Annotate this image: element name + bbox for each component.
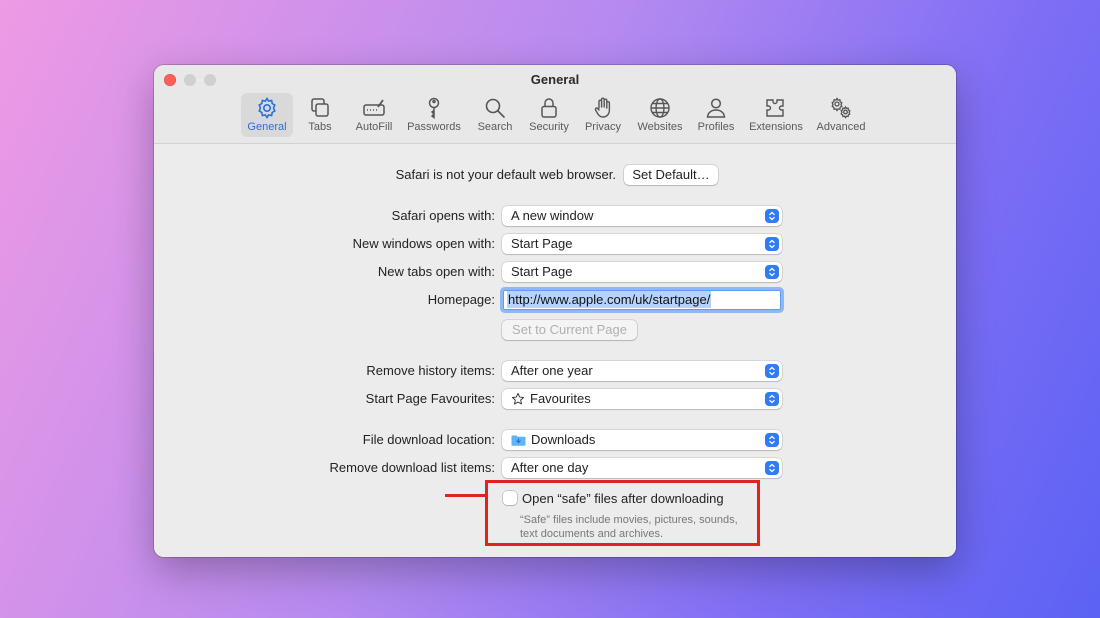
set-to-current-page-button[interactable]: Set to Current Page bbox=[502, 320, 637, 340]
popup-value: After one year bbox=[511, 363, 593, 378]
autofill-icon bbox=[363, 99, 385, 116]
homepage-field[interactable]: http://www.apple.com/uk/startpage/ bbox=[503, 290, 781, 310]
remove-history-label: Remove history items: bbox=[366, 363, 495, 378]
key-icon bbox=[428, 97, 440, 119]
tab-autofill[interactable]: AutoFill bbox=[352, 93, 396, 137]
tab-label: Privacy bbox=[584, 121, 622, 133]
chevron-updown-icon bbox=[765, 364, 779, 378]
new-tabs-popup[interactable]: Start Page bbox=[502, 262, 782, 282]
popup-value: Start Page bbox=[511, 236, 573, 251]
popup-value: Favourites bbox=[530, 391, 591, 406]
tab-label: Advanced bbox=[816, 121, 866, 133]
tab-security[interactable]: Security bbox=[525, 93, 573, 137]
hand-icon bbox=[594, 97, 611, 118]
window-title: General bbox=[530, 72, 580, 87]
homepage-value: http://www.apple.com/uk/startpage/ bbox=[507, 291, 712, 308]
favourites-popup[interactable]: Favourites bbox=[502, 389, 782, 409]
chevron-updown-icon bbox=[765, 433, 779, 447]
safari-opens-with-popup[interactable]: A new window bbox=[502, 206, 782, 226]
popup-value: A new window bbox=[511, 208, 594, 223]
tab-tabs[interactable]: Tabs bbox=[300, 93, 340, 137]
lock-icon bbox=[541, 98, 557, 118]
homepage-label: Homepage: bbox=[427, 292, 495, 307]
chevron-updown-icon bbox=[765, 237, 779, 251]
tab-advanced[interactable]: Advanced bbox=[813, 93, 869, 137]
remove-downloads-label: Remove download list items: bbox=[329, 460, 495, 475]
star-icon bbox=[511, 392, 525, 405]
tab-passwords[interactable]: Passwords bbox=[404, 93, 464, 137]
tab-label: Websites bbox=[637, 121, 683, 133]
person-icon bbox=[706, 98, 726, 118]
new-windows-popup[interactable]: Start Page bbox=[502, 234, 782, 254]
default-browser-text: Safari is not your default web browser. bbox=[395, 167, 616, 182]
tab-label: Security bbox=[529, 121, 569, 133]
search-icon bbox=[485, 98, 505, 118]
tab-label: Profiles bbox=[697, 121, 735, 133]
globe-icon bbox=[650, 98, 670, 118]
folder-icon bbox=[511, 435, 526, 446]
chevron-updown-icon bbox=[765, 392, 779, 406]
new-windows-label: New windows open with: bbox=[352, 236, 495, 251]
tab-label: Extensions bbox=[749, 121, 803, 133]
popup-value: After one day bbox=[511, 460, 589, 475]
popup-value: Downloads bbox=[531, 432, 596, 447]
download-location-label: File download location: bbox=[362, 432, 495, 447]
tab-search[interactable]: Search bbox=[475, 93, 515, 137]
tab-extensions[interactable]: Extensions bbox=[746, 93, 806, 137]
tab-label: General bbox=[247, 121, 287, 133]
set-default-button[interactable]: Set Default… bbox=[624, 165, 718, 185]
download-location-popup[interactable]: Downloads bbox=[502, 430, 782, 450]
tab-profiles[interactable]: Profiles bbox=[693, 93, 739, 137]
new-tabs-label: New tabs open with: bbox=[377, 264, 495, 279]
tabs-icon bbox=[311, 98, 329, 117]
remove-downloads-popup[interactable]: After one day bbox=[502, 458, 782, 478]
annotation-highlight-box bbox=[485, 480, 760, 546]
screenshot-frame: General General Tabs AutoFill Passwords … bbox=[0, 0, 1100, 618]
gear-icon bbox=[258, 96, 276, 120]
tab-label: Search bbox=[477, 121, 513, 133]
chevron-updown-icon bbox=[765, 265, 779, 279]
toolbar: General General Tabs AutoFill Passwords … bbox=[154, 65, 956, 144]
gears-icon bbox=[831, 97, 851, 119]
chevron-updown-icon bbox=[765, 461, 779, 475]
favourites-label: Start Page Favourites: bbox=[365, 391, 495, 406]
remove-history-popup[interactable]: After one year bbox=[502, 361, 782, 381]
chevron-updown-icon bbox=[765, 209, 779, 223]
tab-label: AutoFill bbox=[355, 121, 393, 133]
puzzle-icon bbox=[766, 99, 784, 117]
safari-opens-with-label: Safari opens with: bbox=[391, 208, 495, 223]
tab-general[interactable]: General bbox=[241, 93, 293, 137]
popup-value: Start Page bbox=[511, 264, 573, 279]
tab-websites[interactable]: Websites bbox=[633, 93, 687, 137]
tab-privacy[interactable]: Privacy bbox=[582, 93, 624, 137]
tab-label: Passwords bbox=[407, 121, 461, 133]
annotation-pointer-line bbox=[445, 494, 487, 497]
tab-label: Tabs bbox=[308, 121, 332, 133]
